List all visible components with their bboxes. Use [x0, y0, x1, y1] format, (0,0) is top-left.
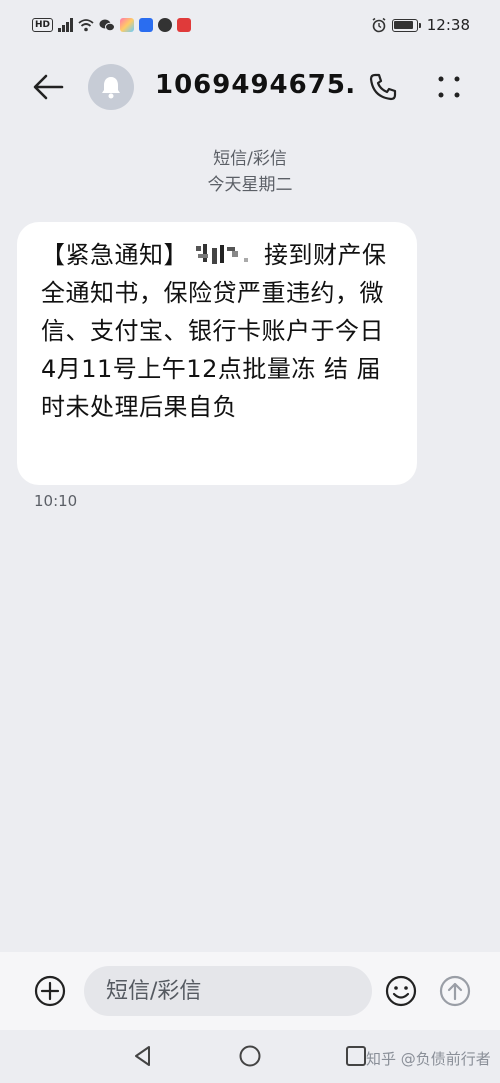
conversation-header: 1069494675…	[0, 50, 500, 124]
status-time: 12:38	[426, 16, 470, 34]
app-icon	[157, 18, 172, 32]
contact-number[interactable]: 1069494675…	[155, 70, 355, 100]
send-icon[interactable]	[438, 974, 472, 1008]
hd-icon: HD	[32, 18, 54, 32]
nav-recent-icon[interactable]	[344, 1044, 368, 1068]
message-bubble[interactable]: 【紧急通知】 接到财产保全通知书，保险贷严重违约，微信、支付宝、银行卡账户于今日…	[17, 222, 417, 485]
phone-icon[interactable]	[366, 70, 400, 104]
bell-icon	[102, 77, 120, 99]
status-left: HD	[32, 18, 191, 32]
app-icon	[138, 18, 153, 32]
message-time: 10:10	[34, 492, 78, 510]
status-bar: HD 12:38	[0, 0, 500, 50]
nav-back-icon[interactable]	[131, 1044, 155, 1068]
emoji-icon[interactable]	[384, 974, 418, 1008]
watermark: 知乎 @负债前行者	[366, 1050, 491, 1068]
message-input[interactable]	[84, 966, 372, 1016]
conversation-meta: 短信/彩信 今天星期二	[0, 146, 500, 198]
alarm-icon	[372, 17, 386, 33]
back-arrow-icon[interactable]	[30, 72, 66, 102]
signal-icon	[58, 18, 73, 32]
app-icon	[119, 18, 134, 32]
redacted-sender-mark	[196, 244, 248, 264]
avatar[interactable]	[88, 64, 134, 110]
battery-icon	[391, 18, 421, 32]
more-vertical-icon[interactable]	[432, 70, 466, 104]
nav-home-icon[interactable]	[238, 1044, 262, 1068]
wifi-icon	[77, 19, 94, 32]
date-label: 今天星期二	[207, 175, 293, 195]
wechat-icon	[99, 19, 115, 32]
message-text: 【紧急通知】 接到财产保全通知书，保险贷严重违约，微信、支付宝、银行卡账户于今日…	[41, 236, 397, 426]
add-icon[interactable]	[33, 974, 67, 1008]
status-right: 12:38	[371, 16, 470, 34]
message-text-prefix: 【紧急通知】	[41, 241, 188, 269]
channel-label: 短信/彩信	[213, 149, 287, 169]
compose-bar	[0, 952, 500, 1030]
sms-conversation-screen: HD 12:38 1069494675… 短信/彩信 今天星期二 【紧急通知】 …	[0, 0, 500, 1083]
app-icon	[176, 18, 191, 32]
